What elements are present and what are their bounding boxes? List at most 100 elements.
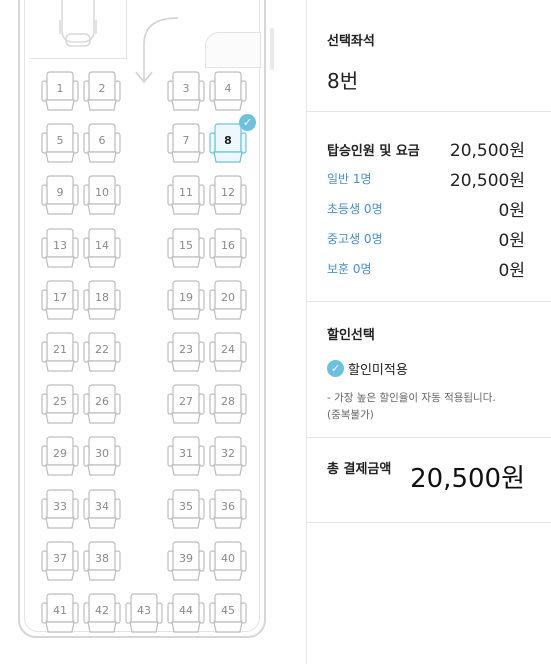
seat-44[interactable]: 44 (166, 592, 206, 634)
fare-title: 탑승인원 및 요금 (327, 144, 420, 159)
seat-number: 22 (95, 343, 109, 356)
fare-row-veteran: 보훈 0명 0원 (327, 256, 525, 281)
seat-13[interactable]: 13 (40, 227, 80, 269)
seat-number: 7 (182, 134, 190, 148)
fare-row-label[interactable]: 중고생 0명 (327, 230, 383, 247)
seat-10[interactable]: 10 (82, 174, 122, 216)
seat-25[interactable]: 25 (40, 383, 80, 425)
fare-row-label[interactable]: 일반 1명 (327, 170, 372, 187)
seat-number: 16 (221, 238, 235, 252)
seat-41[interactable]: 41 (40, 592, 80, 634)
seat-number: 20 (221, 290, 235, 304)
seat-32[interactable]: 32 (208, 435, 248, 477)
seat-1[interactable]: 1 (40, 70, 80, 112)
fare-row-label[interactable]: 보훈 0명 (327, 260, 372, 277)
seat-38[interactable]: 38 (82, 540, 122, 582)
seat-number: 21 (53, 343, 67, 356)
fare-header-row: 탑승인원 및 요금 20,500원 (327, 136, 525, 161)
seat-16[interactable]: 16 (208, 227, 248, 269)
seat-number: 25 (53, 395, 67, 409)
seat-2[interactable]: 2 (82, 70, 122, 112)
seat-35[interactable]: 35 (166, 488, 206, 530)
seat-number: 39 (179, 551, 193, 565)
seat-28[interactable]: 28 (208, 383, 248, 425)
driver-area (30, 0, 127, 59)
seat-number: 14 (95, 238, 109, 252)
fare-total-value: 20,500원 (449, 141, 525, 161)
seat-number: 8 (224, 134, 232, 148)
seat-number: 6 (98, 134, 106, 148)
seat-4[interactable]: 4 (208, 70, 248, 112)
seat-number: 12 (221, 186, 235, 200)
seat-23[interactable]: 23 (166, 331, 206, 373)
seat-27[interactable]: 27 (166, 383, 206, 425)
seat-number: 38 (95, 551, 109, 565)
seat-36[interactable]: 36 (208, 488, 248, 530)
seat-number: 4 (224, 82, 232, 95)
seat-45[interactable]: 45 (208, 592, 248, 634)
seat-8[interactable]: 8 ✓ (208, 114, 256, 164)
fare-row-value: 20,500원 (449, 171, 525, 191)
seat-11[interactable]: 11 (166, 174, 206, 216)
seat-18[interactable]: 18 (82, 279, 122, 321)
seat-map: 1 2 3 4 5 6 7 8 ✓ 9 10 11 12 13 14 15 16 17 18 19 20 21 22 23 24… (0, 0, 300, 664)
seat-14[interactable]: 14 (82, 227, 122, 269)
seat-17[interactable]: 17 (40, 279, 80, 321)
seat-40[interactable]: 40 (208, 540, 248, 582)
seat-5[interactable]: 5 (40, 122, 80, 164)
total-section: 총 결제금액 20,500원 (307, 458, 551, 494)
seat-33[interactable]: 33 (40, 488, 80, 530)
driver-seat-icon (59, 0, 97, 47)
seat-number: 17 (53, 290, 67, 304)
seat-20[interactable]: 20 (208, 279, 248, 321)
seat-number: 23 (179, 343, 193, 356)
discount-option[interactable]: ✓ 할인미적용 (327, 358, 531, 378)
seat-number: 18 (95, 290, 109, 304)
seat-43[interactable]: 43 (124, 592, 164, 634)
seat-42[interactable]: 42 (82, 592, 122, 634)
discount-title: 할인선택 (327, 328, 375, 343)
fare-row-value: 0원 (498, 201, 525, 221)
section-divider (307, 301, 551, 302)
seat-9[interactable]: 9 (40, 174, 80, 216)
seat-31[interactable]: 31 (166, 435, 206, 477)
seat-37[interactable]: 37 (40, 540, 80, 582)
seat-3[interactable]: 3 (166, 70, 206, 112)
seat-number: 29 (53, 447, 67, 461)
selected-seat-value: 8번 (327, 69, 359, 93)
seat-number: 27 (179, 395, 193, 409)
seat-26[interactable]: 26 (82, 383, 122, 425)
seat-7[interactable]: 7 (166, 122, 206, 164)
fare-row-value: 0원 (498, 261, 525, 281)
seat-number: 9 (56, 186, 64, 200)
discount-section: 할인선택 ✓ 할인미적용 - 가장 높은 할인율이 자동 적용됩니다. (중복불가… (307, 324, 551, 424)
seat-number: 41 (53, 604, 67, 617)
seat-30[interactable]: 30 (82, 435, 122, 477)
seat-15[interactable]: 15 (166, 227, 206, 269)
seat-number: 1 (56, 82, 64, 95)
seat-19[interactable]: 19 (166, 279, 206, 321)
seat-number: 24 (221, 343, 235, 356)
seat-21[interactable]: 21 (40, 331, 80, 373)
seat-number: 26 (95, 395, 109, 409)
seat-24[interactable]: 24 (208, 331, 248, 373)
seat-number: 11 (179, 186, 193, 200)
selected-seat-section: 선택좌석 8번 (307, 30, 551, 94)
selected-seat-title: 선택좌석 (327, 34, 375, 49)
seat-number: 43 (137, 604, 151, 617)
fare-row-label[interactable]: 초등생 0명 (327, 200, 383, 217)
seat-6[interactable]: 6 (82, 122, 122, 164)
seat-12[interactable]: 12 (208, 174, 248, 216)
seat-number: 37 (53, 551, 67, 565)
seatmap-scrollbar[interactable] (270, 28, 274, 70)
discount-note-line: (중복불가) (327, 409, 374, 421)
seat-39[interactable]: 39 (166, 540, 206, 582)
seat-number: 30 (95, 447, 109, 461)
discount-option-label: 할인미적용 (348, 363, 408, 378)
seat-22[interactable]: 22 (82, 331, 122, 373)
seat-34[interactable]: 34 (82, 488, 122, 530)
seat-number: 44 (179, 604, 193, 617)
seat-number: 31 (179, 447, 193, 461)
seat-29[interactable]: 29 (40, 435, 80, 477)
seat-number: 5 (56, 134, 64, 148)
